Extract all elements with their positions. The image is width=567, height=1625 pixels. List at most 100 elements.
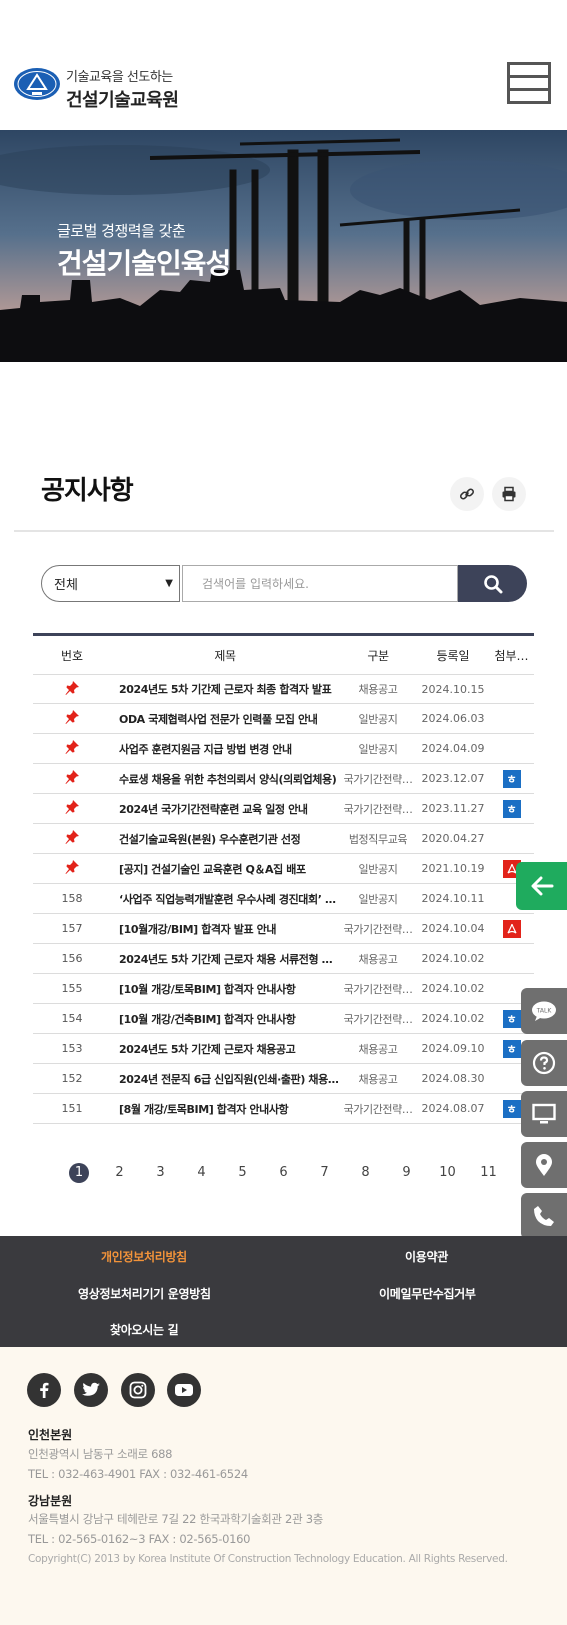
table-row[interactable]: 2024년 국가기간전략훈련 교육 일정 안내 국가기간전략… 2023.11.27… xyxy=(33,794,534,824)
row-category: 채용공고 xyxy=(358,1042,398,1056)
page-link[interactable]: 4 xyxy=(181,1163,222,1183)
row-number: 153 xyxy=(61,1042,83,1055)
row-attachment: ㅎ xyxy=(489,769,534,788)
hamburger-menu-button[interactable] xyxy=(507,62,551,104)
row-date: 2024.08.30 xyxy=(421,1072,485,1085)
row-category: 채용공고 xyxy=(358,683,398,696)
table-row[interactable]: 사업주 훈련지원금 지급 방법 변경 안내 일반공지 2024.04.09 xyxy=(33,734,534,764)
quick-talk-button[interactable]: TALK xyxy=(521,988,567,1034)
cctv-policy-link[interactable]: 영상정보처리기기 운영방침 xyxy=(78,1285,211,1302)
row-date: 2024.10.02 xyxy=(421,952,485,965)
page-link[interactable]: 5 xyxy=(222,1163,263,1183)
row-category: 채용공고 xyxy=(358,1072,398,1086)
table-row[interactable]: 건설기술교육원(본원) 우수훈련기관 선정 법정직무교육 2020.04.27 xyxy=(33,824,534,854)
row-title-link[interactable]: [10월개강/BIM] 합격자 발표 안내 xyxy=(111,921,339,937)
branch1-address: 인천광역시 남동구 소래로 688 xyxy=(28,1447,173,1461)
svg-text:TALK: TALK xyxy=(536,1008,553,1015)
row-title-link[interactable]: 건설기술교육원(본원) 우수훈련기관 선정 xyxy=(111,831,339,847)
header-date: 등록일 xyxy=(436,648,470,663)
terms-link[interactable]: 이용약관 xyxy=(405,1248,448,1265)
hero-banner: 글로벌 경쟁력을 갖춘 건설기술인육성 xyxy=(0,130,567,362)
instagram-button[interactable] xyxy=(121,1373,155,1407)
table-row[interactable]: 154 [10월 개강/건축BIM] 합격자 안내사항 국가기간전략… 2024.10… xyxy=(33,1004,534,1034)
title-divider xyxy=(14,530,554,532)
row-title-link[interactable]: [10월 개강/건축BIM] 합격자 안내사항 xyxy=(111,1011,339,1027)
row-title-link[interactable]: 2024년 국가기간전략훈련 교육 일정 안내 xyxy=(111,801,339,817)
monitor-icon xyxy=(532,1103,556,1124)
row-title-link[interactable]: 2024년도 5차 기간제 근로자 최종 합격자 발표 xyxy=(111,681,339,697)
footer-links: 개인정보처리방침 이용약관 영상정보처리기기 운영방침 이메일무단수집거부 찾아… xyxy=(0,1236,567,1347)
page-link[interactable]: 10 xyxy=(427,1163,468,1183)
table-row[interactable]: 153 2024년도 5차 기간제 근로자 채용공고 채용공고 2024.09.10 ㅎ xyxy=(33,1034,534,1064)
kicte-logo[interactable] xyxy=(13,66,61,102)
facebook-button[interactable] xyxy=(27,1373,61,1407)
pdf-file-icon[interactable] xyxy=(502,919,521,938)
row-title-link[interactable]: 2024년 전문직 6급 신입직원(인쇄·출판) 채용 … xyxy=(111,1071,339,1087)
quick-remote-button[interactable] xyxy=(521,1091,567,1137)
quick-help-button[interactable] xyxy=(521,1040,567,1086)
search-category-select[interactable]: 전체 ▼ xyxy=(41,565,180,602)
table-row[interactable]: 157 [10월개강/BIM] 합격자 발표 안내 국가기간전략… 2024.10.0… xyxy=(33,914,534,944)
page-link[interactable]: 2 xyxy=(99,1163,140,1183)
table-row[interactable]: 156 2024년도 5차 기간제 근로자 채용 서류전형 합… 채용공고 2024.… xyxy=(33,944,534,974)
table-row[interactable]: 152 2024년 전문직 6급 신입직원(인쇄·출판) 채용 … 채용공고 2024… xyxy=(33,1064,534,1094)
hwp-file-icon[interactable]: ㅎ xyxy=(502,799,521,818)
row-title-link[interactable]: [10월 개강/토목BIM] 합격자 안내사항 xyxy=(111,981,339,997)
row-date: 2024.10.02 xyxy=(421,982,485,995)
logo-text[interactable]: 기술교육을 선도하는 건설기술교육원 xyxy=(66,66,179,112)
row-category: 채용공고 xyxy=(358,952,398,966)
row-title-link[interactable]: 사업주 훈련지원금 지급 방법 변경 안내 xyxy=(111,741,339,757)
privacy-policy-link[interactable]: 개인정보처리방침 xyxy=(101,1248,187,1265)
twitter-button[interactable] xyxy=(74,1373,108,1407)
page-link[interactable]: 8 xyxy=(345,1163,386,1183)
page-link[interactable]: 11 xyxy=(468,1163,509,1183)
table-row[interactable]: 158 ‘사업주 직업능력개발훈련 우수사례 경진대회’ … 일반공지 2024.10… xyxy=(33,884,534,914)
page-link[interactable]: 3 xyxy=(140,1163,181,1183)
notice-pin-icon xyxy=(33,859,111,878)
row-title-link[interactable]: ‘사업주 직업능력개발훈련 우수사례 경진대회’ … xyxy=(111,891,339,907)
copy-link-button[interactable] xyxy=(450,477,484,511)
table-row[interactable]: 수료생 채용을 위한 추천의뢰서 양식(의뢰업체용) 국가기간전략… 2023.12… xyxy=(33,764,534,794)
table-row[interactable]: ODA 국제협력사업 전문가 인력풀 모집 안내 일반공지 2024.06.03 xyxy=(33,704,534,734)
page-current[interactable]: 1 xyxy=(69,1163,89,1183)
row-number: 151 xyxy=(61,1102,83,1115)
branch2-contact: TEL : 02-565-0162~3 FAX : 02-565-0160 xyxy=(28,1532,251,1546)
back-button[interactable] xyxy=(516,862,567,910)
row-number: 154 xyxy=(61,1012,83,1025)
youtube-button[interactable] xyxy=(167,1373,201,1407)
row-title-link[interactable]: [공지] 건설기술인 교육훈련 Q＆A집 배포 xyxy=(111,861,339,877)
row-title-link[interactable]: ODA 국제협력사업 전문가 인력풀 모집 안내 xyxy=(111,711,339,727)
hwp-file-icon[interactable]: ㅎ xyxy=(502,1009,521,1028)
header-file: 첨부… xyxy=(494,648,529,663)
table-row[interactable]: 155 [10월 개강/토목BIM] 합격자 안내사항 국가기간전략… 2024.10… xyxy=(33,974,534,1004)
table-header: 번호 제목 구분 등록일 첨부… xyxy=(33,636,534,674)
email-reject-link[interactable]: 이메일무단수집거부 xyxy=(379,1285,476,1302)
branch1-contact: TEL : 032-463-4901 FAX : 032-461-6524 xyxy=(28,1467,248,1481)
row-title-link[interactable]: 2024년도 5차 기간제 근로자 채용공고 xyxy=(111,1041,339,1057)
row-number: 155 xyxy=(61,982,83,995)
hwp-file-icon[interactable]: ㅎ xyxy=(502,1039,521,1058)
site-header: 기술교육을 선도하는 건설기술교육원 xyxy=(0,0,567,130)
page-link[interactable]: 9 xyxy=(386,1163,427,1183)
search-input[interactable]: 검색어를 입력하세요. xyxy=(182,565,458,602)
page-link[interactable]: 7 xyxy=(304,1163,345,1183)
row-title-link[interactable]: 수료생 채용을 위한 추천의뢰서 양식(의뢰업체용) xyxy=(111,771,339,787)
row-title-link[interactable]: [8월 개강/토목BIM] 합격자 안내사항 xyxy=(111,1101,339,1117)
row-title-link[interactable]: 2024년도 5차 기간제 근로자 채용 서류전형 합… xyxy=(111,951,339,967)
search-button[interactable] xyxy=(458,565,527,602)
print-button[interactable] xyxy=(492,477,526,511)
hwp-file-icon[interactable]: ㅎ xyxy=(502,769,521,788)
quick-phone-button[interactable] xyxy=(521,1193,567,1239)
directions-link[interactable]: 찾아오시는 길 xyxy=(110,1321,179,1338)
table-row[interactable]: 2024년도 5차 기간제 근로자 최종 합격자 발표 채용공고 2024.10.1… xyxy=(33,674,534,704)
hwp-file-icon[interactable]: ㅎ xyxy=(502,1099,521,1118)
row-date: 2024.04.09 xyxy=(421,742,485,755)
location-icon xyxy=(536,1154,552,1176)
table-row[interactable]: [공지] 건설기술인 교육훈련 Q＆A집 배포 일반공지 2021.10.19 xyxy=(33,854,534,884)
row-date: 2024.10.15 xyxy=(421,682,485,696)
notice-pin-icon xyxy=(33,769,111,788)
page-link[interactable]: 6 xyxy=(263,1163,304,1183)
table-row[interactable]: 151 [8월 개강/토목BIM] 합격자 안내사항 국가기간전략… 2024.08.… xyxy=(33,1094,534,1124)
row-category: 국가기간전략… xyxy=(343,982,413,996)
quick-location-button[interactable] xyxy=(521,1142,567,1188)
